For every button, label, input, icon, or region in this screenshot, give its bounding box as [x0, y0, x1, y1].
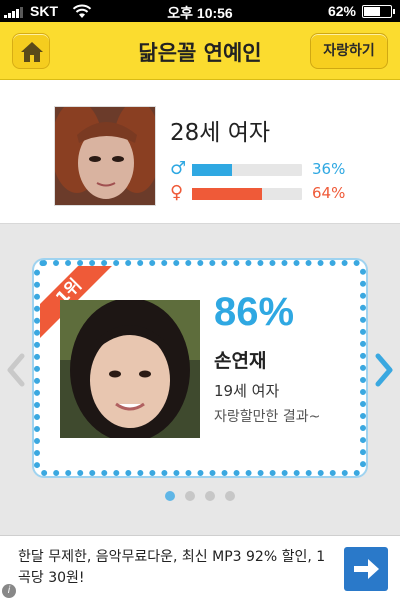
arrow-right-icon: [354, 559, 379, 579]
pagination-dot[interactable]: [205, 491, 215, 501]
result-carousel: 1위 86% 손연재 19세 여자 자랑할만한 결과~: [0, 223, 400, 535]
ad-info-icon[interactable]: i: [2, 584, 16, 598]
status-bar: SKT 오후 10:56 62%: [0, 0, 400, 22]
share-button[interactable]: 자랑하기: [310, 33, 388, 69]
celebrity-name: 손연재: [214, 350, 267, 372]
user-profile: 28세 여자 ♂ 36% ♀ 64%: [0, 81, 400, 223]
pagination-dot[interactable]: [165, 491, 175, 501]
male-ratio-value: 36%: [312, 160, 346, 178]
user-age-gender: 28세 여자: [170, 120, 271, 146]
app-header: 닮은꼴 연예인 자랑하기: [0, 22, 400, 80]
chevron-right-icon[interactable]: [374, 352, 394, 388]
ad-text: 한달 무제한, 음악무료다운, 최신 MP3 92% 할인, 1곡당 30원!: [18, 549, 326, 586]
result-card[interactable]: 1위 86% 손연재 19세 여자 자랑할만한 결과~: [34, 260, 366, 476]
female-ratio-value: 64%: [312, 184, 346, 202]
pagination-dot[interactable]: [185, 491, 195, 501]
male-ratio-bar: [192, 164, 302, 176]
female-ratio-bar: [192, 188, 302, 200]
female-icon: ♀: [170, 182, 184, 203]
match-percent: 86%: [214, 290, 295, 334]
chevron-left-icon[interactable]: [6, 352, 26, 388]
result-comment: 자랑할만한 결과~: [214, 409, 321, 425]
battery-icon: [362, 5, 395, 18]
female-ratio-row: ♀ 64%: [170, 183, 360, 203]
male-icon: ♂: [170, 158, 187, 179]
carousel-pagination[interactable]: [0, 491, 400, 501]
male-ratio-row: ♂ 36%: [170, 159, 360, 179]
ad-go-button[interactable]: [344, 547, 388, 591]
user-photo: [54, 106, 156, 206]
pagination-dot[interactable]: [225, 491, 235, 501]
battery-percent: 62%: [327, 3, 356, 19]
celebrity-age-gender: 19세 여자: [214, 382, 280, 400]
ad-banner[interactable]: 한달 무제한, 음악무료다운, 최신 MP3 92% 할인, 1곡당 30원! …: [0, 535, 400, 600]
celebrity-photo: [60, 300, 200, 438]
